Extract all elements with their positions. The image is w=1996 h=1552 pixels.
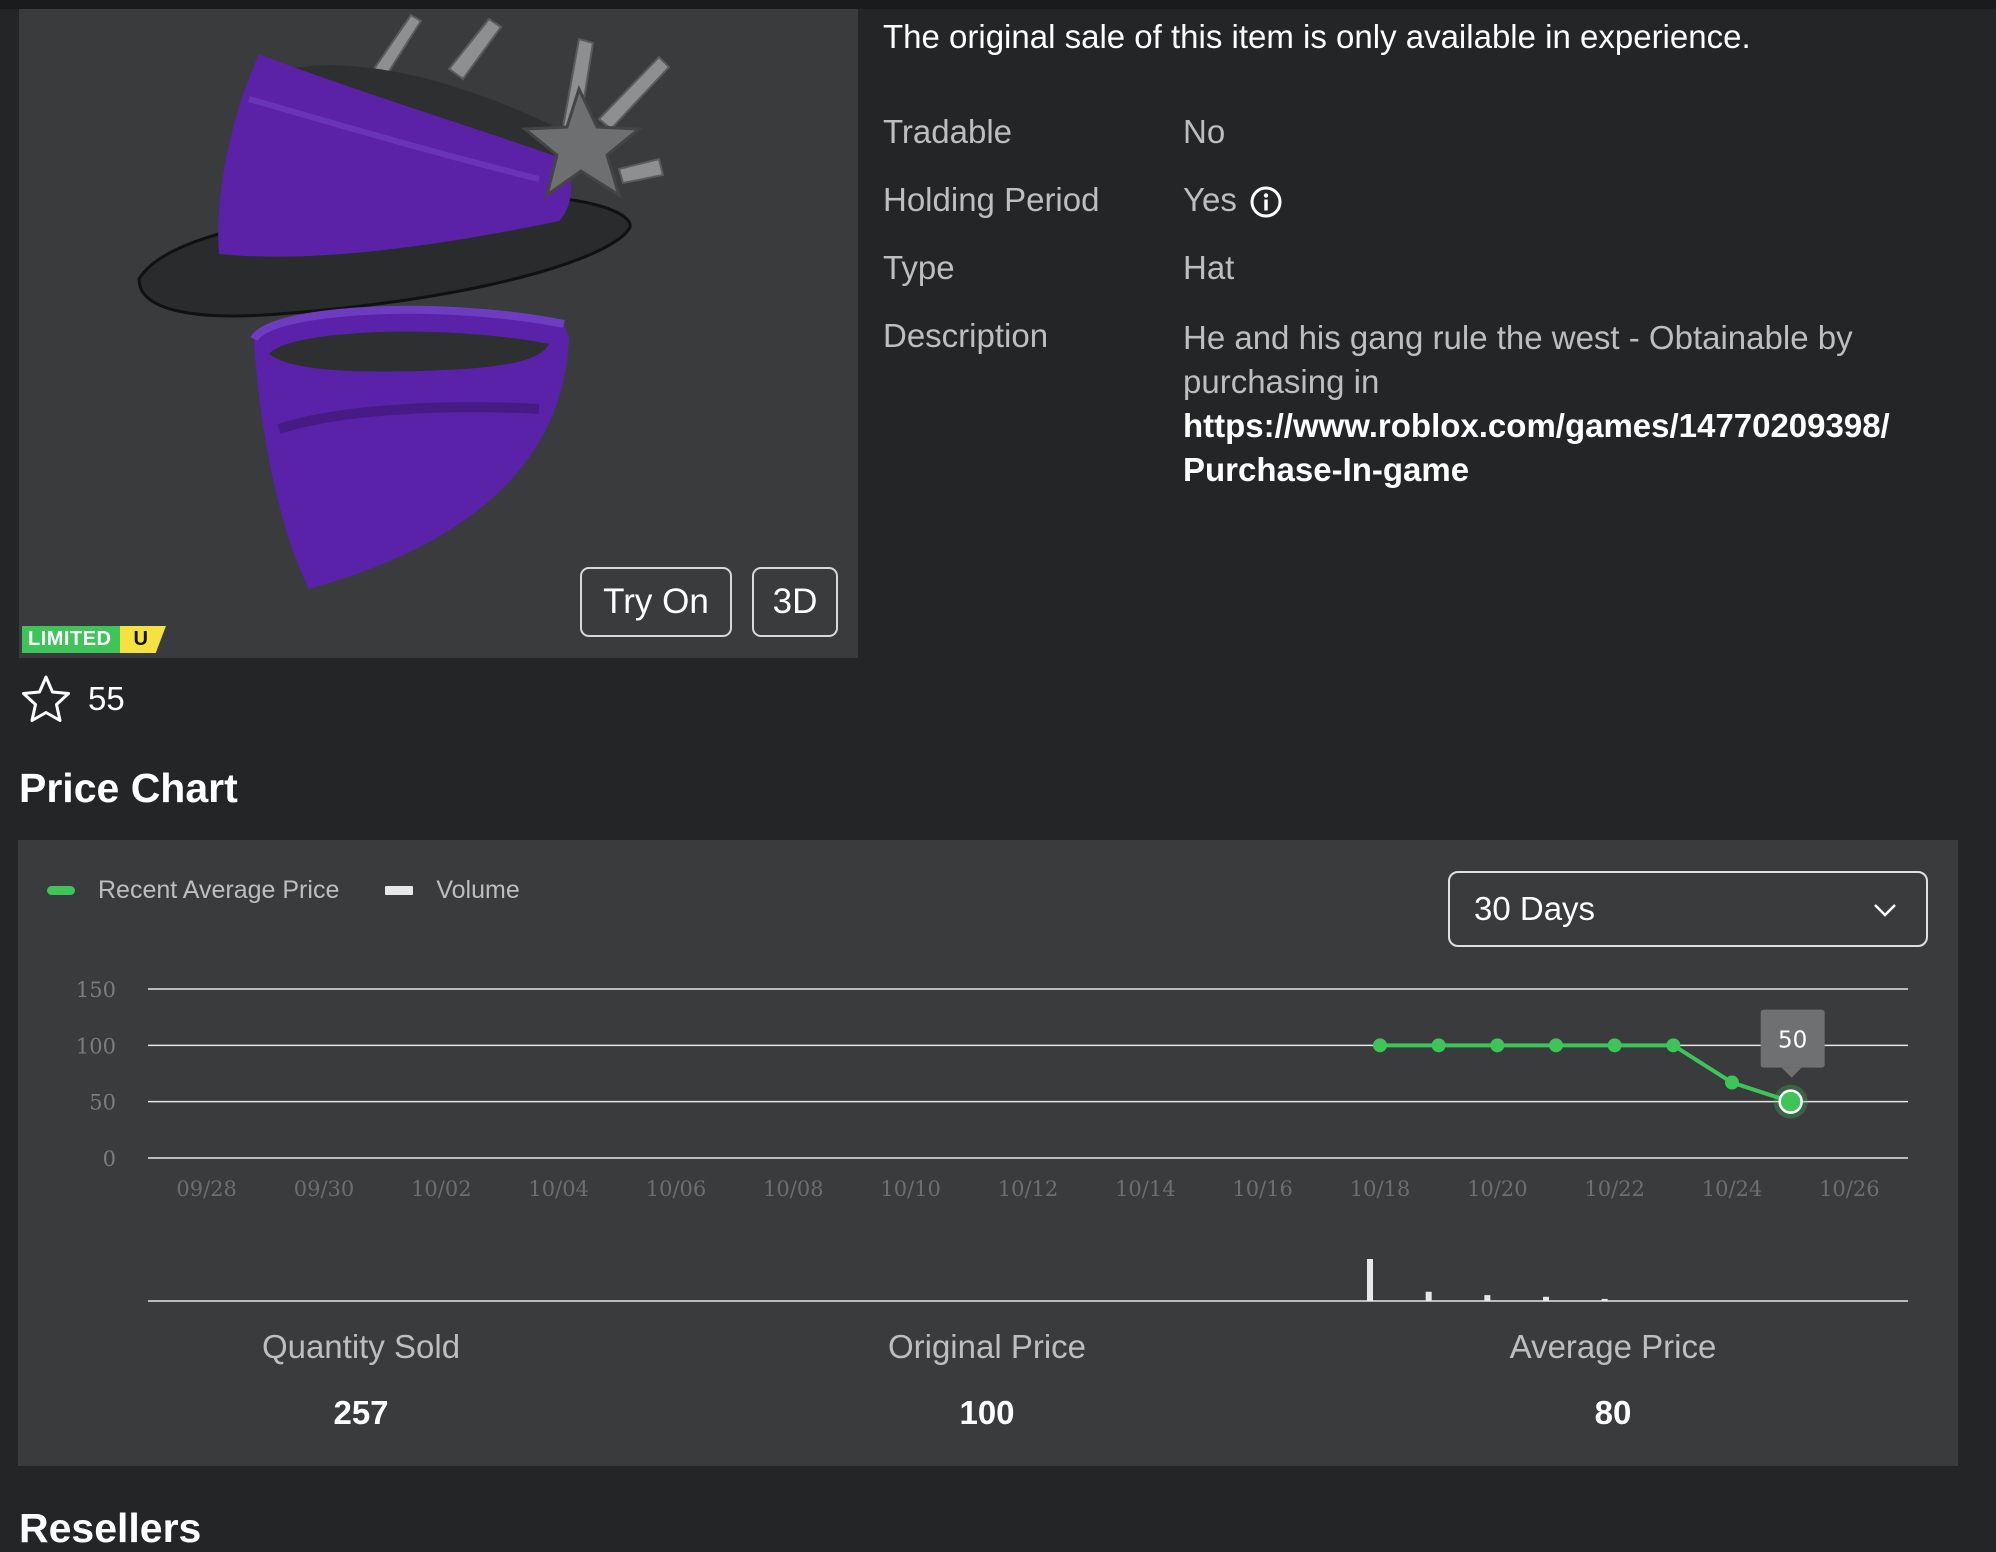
view-3d-button[interactable]: 3D — [752, 567, 838, 637]
price-point — [1373, 1038, 1387, 1053]
stat-value-quantity-sold: 257 — [333, 1394, 389, 1431]
x-tick-label: 10/24 — [1702, 1177, 1763, 1201]
y-tick-label: 150 — [76, 978, 116, 1002]
x-tick-label: 10/10 — [880, 1177, 941, 1201]
description-link-line2[interactable]: Purchase-In-game — [1183, 451, 1469, 488]
info-icon[interactable] — [1249, 185, 1283, 219]
x-tick-label: 10/22 — [1584, 1177, 1645, 1201]
price-point — [1666, 1038, 1681, 1053]
highlight-point — [1778, 1089, 1803, 1114]
stat-label-quantity-sold: Quantity Sold — [261, 1328, 461, 1365]
stat-quantity-sold: Quantity Sold 257 — [111, 1328, 611, 1432]
tooltip-pointer — [1781, 1067, 1802, 1078]
detail-value-tradable: No — [1183, 113, 1226, 150]
favorite-control[interactable]: 55 — [20, 674, 125, 724]
price-point — [1431, 1038, 1446, 1053]
detail-label-type: Type — [883, 249, 955, 286]
item-image-panel: Try On 3D LIMITED U — [19, 9, 858, 658]
volume-bar — [1484, 1295, 1491, 1301]
stat-label-average-price: Average Price — [1509, 1328, 1717, 1365]
x-tick-label: 10/20 — [1467, 1177, 1528, 1201]
detail-label-tradable: Tradable — [883, 113, 1013, 150]
item-thumbnail-image — [137, 13, 671, 589]
price-point — [1725, 1075, 1739, 1090]
x-tick-label: 09/30 — [294, 1177, 355, 1201]
stat-value-original-price: 100 — [959, 1394, 1015, 1431]
price-point — [1490, 1038, 1505, 1053]
price-series-line — [1380, 1043, 1792, 1104]
x-tick-label: 10/12 — [998, 1177, 1059, 1201]
stat-original-price: Original Price 100 — [737, 1328, 1237, 1432]
stat-average-price: Average Price 80 — [1363, 1328, 1863, 1432]
x-tick-label: 10/18 — [1350, 1177, 1411, 1201]
tooltip-value: 50 — [1778, 1028, 1807, 1054]
detail-value-holding-period: Yes — [1183, 181, 1283, 219]
price-point — [1607, 1038, 1622, 1053]
detail-label-holding-period: Holding Period — [883, 181, 1100, 218]
volume-bar — [1367, 1259, 1373, 1301]
description-link-line1[interactable]: https://www.roblox.com/games/14770209398… — [1183, 407, 1890, 444]
detail-value-type: Hat — [1183, 249, 1235, 286]
x-tick-label: 10/14 — [1115, 1177, 1176, 1201]
description-link[interactable]: https://www.roblox.com/games/14770209398… — [1183, 404, 1983, 492]
x-tick-label: 10/26 — [1819, 1177, 1880, 1201]
x-tick-label: 10/02 — [411, 1177, 472, 1201]
x-tick-label: 10/06 — [646, 1177, 707, 1201]
x-tick-label: 10/16 — [1232, 1177, 1293, 1201]
price-point — [1549, 1038, 1563, 1053]
description-text: He and his gang rule the west - Obtainab… — [1183, 319, 1853, 400]
y-tick-label: 0 — [103, 1147, 116, 1171]
stat-label-original-price: Original Price — [887, 1328, 1087, 1365]
unique-badge-label: U — [119, 626, 166, 653]
limited-badge-label: LIMITED — [22, 626, 122, 653]
favorite-count: 55 — [88, 680, 125, 717]
sale-note: The original sale of this item is only a… — [883, 18, 1751, 55]
detail-value-description: He and his gang rule the west - Obtainab… — [1183, 316, 1983, 492]
x-tick-label: 10/04 — [528, 1177, 589, 1201]
x-tick-label: 09/28 — [176, 1177, 237, 1201]
volume-bar — [1601, 1298, 1608, 1301]
limited-unique-badge: LIMITED U — [22, 626, 166, 653]
y-tick-label: 50 — [89, 1091, 116, 1115]
x-tick-label: 10/08 — [763, 1177, 824, 1201]
stat-value-average-price: 80 — [1594, 1394, 1632, 1431]
volume-bar — [1425, 1291, 1432, 1301]
star-icon[interactable] — [20, 674, 72, 724]
holding-period-value: Yes — [1183, 181, 1237, 218]
volume-bar — [1543, 1296, 1549, 1301]
resellers-title: Resellers — [19, 1505, 202, 1551]
price-chart-title: Price Chart — [19, 765, 238, 811]
detail-label-description: Description — [883, 317, 1049, 354]
try-on-button[interactable]: Try On — [580, 567, 732, 637]
top-bar — [0, 0, 1996, 9]
y-tick-label: 100 — [76, 1034, 116, 1058]
